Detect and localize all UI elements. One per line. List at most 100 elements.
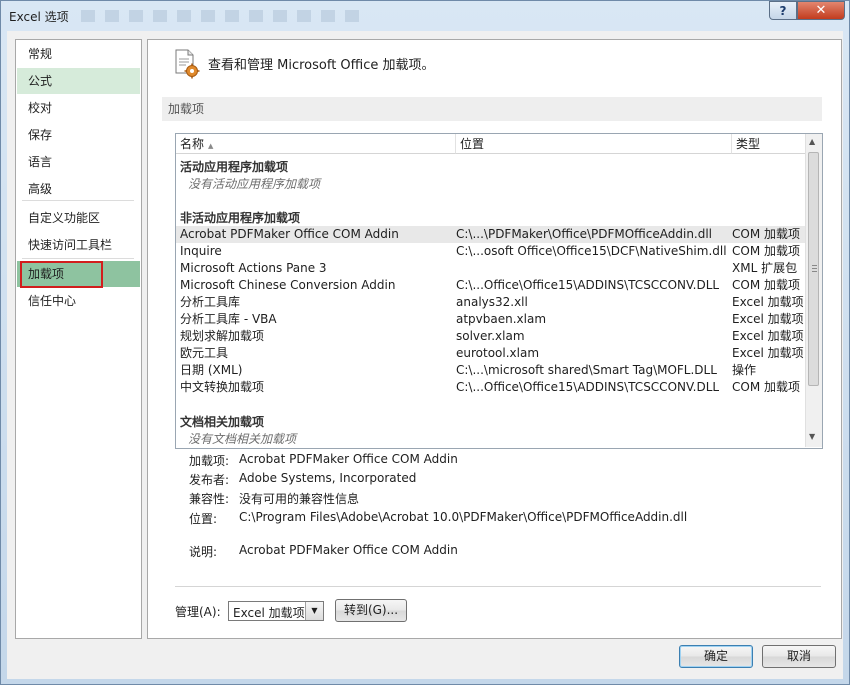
addins-list[interactable]: 名称 ▲ 位置 类型 活动应用程序加载项 没有活动应用程序加载项 非活动应用程序加… <box>175 133 823 449</box>
detail-description: 说明: Acrobat PDFMaker Office COM Addin <box>148 543 838 560</box>
sidebar-item-save[interactable]: 保存 <box>17 122 140 148</box>
panel-title: 查看和管理 Microsoft Office 加载项。 <box>208 58 435 73</box>
addin-type: COM 加载项 <box>732 244 800 258</box>
column-header-label: 名称 <box>180 137 205 151</box>
column-header-location[interactable]: 位置 <box>456 134 732 154</box>
table-row[interactable]: 规划求解加载项 solver.xlam Excel 加载项 <box>176 328 806 345</box>
detail-location: 位置: C:\Program Files\Adobe\Acrobat 10.0\… <box>148 510 838 527</box>
group-empty-active: 没有活动应用程序加载项 <box>188 177 321 191</box>
table-row[interactable]: Microsoft Actions Pane 3 XML 扩展包 <box>176 260 806 277</box>
addin-name: 欧元工具 <box>180 346 229 360</box>
excel-options-window: Excel 选项 ? ✕ 常规 公式 校对 保存 语言 高级 自定义功能区 快速… <box>0 0 850 685</box>
sidebar-item-advanced[interactable]: 高级 <box>17 176 140 202</box>
table-row[interactable]: 欧元工具 eurotool.xlam Excel 加载项 <box>176 345 806 362</box>
addin-location: C:\...osoft Office\Office15\DCF\NativeSh… <box>456 244 727 258</box>
table-row[interactable]: 分析工具库 analys32.xll Excel 加载项 <box>176 294 806 311</box>
addin-type: 操作 <box>732 363 757 377</box>
group-header-active: 活动应用程序加载项 <box>180 160 289 174</box>
sidebar-item-formulas[interactable]: 公式 <box>17 68 140 94</box>
addin-name: Inquire <box>180 244 222 258</box>
table-row[interactable]: Inquire C:\...osoft Office\Office15\DCF\… <box>176 243 806 260</box>
manage-dropdown-value: Excel 加载项 <box>233 606 305 620</box>
addin-name: 中文转换加载项 <box>180 380 265 394</box>
manage-label: 管理(A): <box>175 605 221 619</box>
window-title: Excel 选项 <box>9 10 69 24</box>
sort-ascending-icon: ▲ <box>208 142 214 150</box>
grip-icon <box>812 265 817 272</box>
group-header-document: 文档相关加载项 <box>180 415 265 429</box>
chevron-down-icon[interactable]: ▼ <box>305 602 323 620</box>
detail-addin: 加载项: Acrobat PDFMaker Office COM Addin <box>148 452 838 469</box>
addins-gear-icon <box>174 49 200 79</box>
addin-location: C:\...Office\Office15\ADDINS\TCSCCONV.DL… <box>456 380 720 394</box>
sidebar-item-general[interactable]: 常规 <box>17 41 140 67</box>
table-row[interactable]: 日期 (XML) C:\...\microsoft shared\Smart T… <box>176 362 806 379</box>
detail-label: 说明: <box>189 545 218 559</box>
annotation-highlight-box <box>20 261 103 288</box>
addin-type: Excel 加载项 <box>732 312 804 326</box>
manage-dropdown[interactable]: Excel 加载项 ▼ <box>228 601 324 621</box>
cancel-button[interactable]: 取消 <box>762 645 836 668</box>
divider <box>175 586 821 587</box>
help-button[interactable]: ? <box>769 1 797 20</box>
go-button[interactable]: 转到(G)... <box>335 599 407 622</box>
dialog-client-area: 常规 公式 校对 保存 语言 高级 自定义功能区 快速访问工具栏 加载项 信任中… <box>7 31 843 679</box>
addin-name: Microsoft Chinese Conversion Addin <box>180 278 396 292</box>
addin-type: Excel 加载项 <box>732 329 804 343</box>
addin-name: 规划求解加载项 <box>180 329 265 343</box>
addin-location: atpvbaen.xlam <box>456 312 547 326</box>
addin-type: Excel 加载项 <box>732 346 804 360</box>
addin-name: 分析工具库 - VBA <box>180 312 277 326</box>
detail-value: Adobe Systems, Incorporated <box>239 471 417 485</box>
addin-type: COM 加载项 <box>732 380 800 394</box>
addins-panel: 查看和管理 Microsoft Office 加载项。 加载项 名称 ▲ 位置 类… <box>147 39 842 639</box>
addin-location: solver.xlam <box>456 329 525 343</box>
sidebar-item-proofing[interactable]: 校对 <box>17 95 140 121</box>
detail-value: C:\Program Files\Adobe\Acrobat 10.0\PDFM… <box>239 510 688 524</box>
addin-location: C:\...\PDFMaker\Office\PDFMOfficeAddin.d… <box>456 227 713 241</box>
addin-name: Microsoft Actions Pane 3 <box>180 261 327 275</box>
sidebar-item-customize-ribbon[interactable]: 自定义功能区 <box>17 205 140 231</box>
detail-publisher: 发布者: Adobe Systems, Incorporated <box>148 471 838 488</box>
addin-location: analys32.xll <box>456 295 528 309</box>
addin-type: COM 加载项 <box>732 227 800 241</box>
scroll-up-icon[interactable]: ▲ <box>809 137 815 146</box>
detail-label: 发布者: <box>189 473 230 487</box>
detail-compatibility: 兼容性: 没有可用的兼容性信息 <box>148 490 838 507</box>
group-empty-document: 没有文档相关加载项 <box>188 432 297 446</box>
sidebar-item-trust-center[interactable]: 信任中心 <box>17 288 140 314</box>
addin-location: C:\...Office\Office15\ADDINS\TCSCCONV.DL… <box>456 278 720 292</box>
scrollbar-thumb[interactable] <box>808 152 819 386</box>
title-bar[interactable]: Excel 选项 ? ✕ <box>1 1 849 31</box>
table-row[interactable]: 中文转换加载项 C:\...Office\Office15\ADDINS\TCS… <box>176 379 806 396</box>
close-button[interactable]: ✕ <box>797 1 845 20</box>
options-sidebar: 常规 公式 校对 保存 语言 高级 自定义功能区 快速访问工具栏 加载项 信任中… <box>15 39 142 639</box>
column-header-type[interactable]: 类型 <box>732 134 805 154</box>
addin-name: 分析工具库 <box>180 295 241 309</box>
ok-button[interactable]: 确定 <box>679 645 753 668</box>
addin-name: 日期 (XML) <box>180 363 243 377</box>
addin-type: COM 加载项 <box>732 278 800 292</box>
table-row[interactable]: 分析工具库 - VBA atpvbaen.xlam Excel 加载项 <box>176 311 806 328</box>
sidebar-item-quick-access-toolbar[interactable]: 快速访问工具栏 <box>17 232 140 258</box>
list-scrollbar[interactable]: ▲ ▼ <box>805 134 822 447</box>
detail-value: Acrobat PDFMaker Office COM Addin <box>239 543 458 557</box>
addin-location: eurotool.xlam <box>456 346 540 360</box>
detail-label: 加载项: <box>189 454 230 468</box>
detail-value: Acrobat PDFMaker Office COM Addin <box>239 452 458 466</box>
scroll-down-icon[interactable]: ▼ <box>809 432 815 441</box>
addin-type: XML 扩展包 <box>732 261 798 275</box>
title-bar-decoration <box>81 10 361 22</box>
group-header-inactive: 非活动应用程序加载项 <box>180 211 301 225</box>
addin-location: C:\...\microsoft shared\Smart Tag\MOFL.D… <box>456 363 717 377</box>
section-header-addins: 加载项 <box>162 97 822 121</box>
table-row[interactable]: Microsoft Chinese Conversion Addin C:\..… <box>176 277 806 294</box>
detail-value: 没有可用的兼容性信息 <box>239 492 360 506</box>
sidebar-item-language[interactable]: 语言 <box>17 149 140 175</box>
column-header-name[interactable]: 名称 ▲ <box>176 134 456 154</box>
table-row[interactable]: Acrobat PDFMaker Office COM Addin C:\...… <box>176 226 806 243</box>
sidebar-separator <box>22 258 134 259</box>
detail-label: 兼容性: <box>189 492 230 506</box>
detail-label: 位置: <box>189 512 218 526</box>
sidebar-separator <box>22 200 134 201</box>
